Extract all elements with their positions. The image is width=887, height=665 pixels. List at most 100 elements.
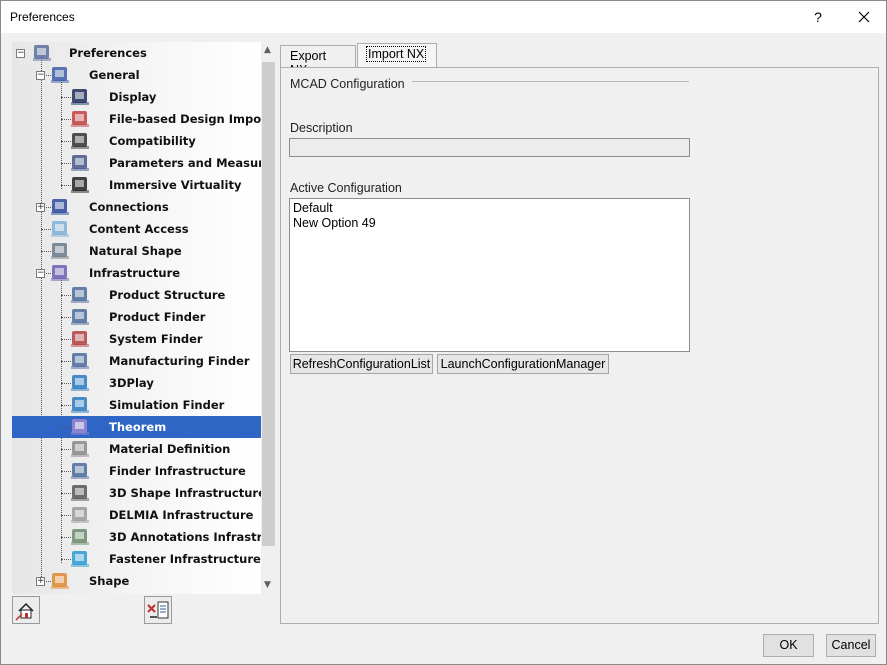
launch-configuration-manager-button[interactable]: LaunchConfigurationManager — [437, 354, 609, 374]
shape-icon — [51, 573, 69, 589]
delmia-infrastructure-icon — [71, 507, 89, 523]
tree-item-label: Finder Infrastructure — [109, 464, 246, 478]
preferences-tree[interactable]: − Preferences − General Display File-based De… — [12, 42, 261, 594]
compatibility-icon — [71, 133, 89, 149]
tree-item-immersive-virtuality[interactable]: Immersive Virtuality — [12, 174, 261, 196]
parameters-icon — [71, 155, 89, 171]
reset-home-button[interactable] — [12, 596, 40, 624]
tree-item-3dplay[interactable]: 3DPlay — [12, 372, 261, 394]
expand-icon[interactable]: + — [36, 577, 45, 586]
tree-item-label: File-based Design Import — [109, 112, 261, 126]
ok-button[interactable]: OK — [763, 634, 814, 657]
tree-item-label: DELMIA Infrastructure — [109, 508, 254, 522]
scroll-down-icon[interactable]: ▼ — [264, 580, 271, 590]
section-title: MCAD Configuration — [290, 77, 405, 91]
general-icon — [51, 67, 69, 83]
tree-item-infrastructure[interactable]: − Infrastructure — [12, 262, 261, 284]
tree-item-fastener-infrastructure[interactable]: Fastener Infrastructure — [12, 548, 261, 570]
tree-item-label: Material Definition — [109, 442, 231, 456]
tree-item-label: Connections — [89, 200, 169, 214]
infrastructure-icon — [51, 265, 69, 281]
collapse-icon[interactable]: − — [16, 49, 25, 58]
tree-item-label: Infrastructure — [89, 266, 181, 280]
tree-item-label: 3DPlay — [109, 376, 154, 390]
import-nx-panel: MCAD Configuration Description Active Co… — [280, 67, 879, 624]
tree-item-compatibility[interactable]: Compatibility — [12, 130, 261, 152]
tree-item-label: Product Structure — [109, 288, 226, 302]
tree-item-finder-infrastructure[interactable]: Finder Infrastructure — [12, 460, 261, 482]
tree-item-label: Theorem — [109, 420, 167, 434]
manufacturing-finder-icon — [71, 353, 89, 369]
3dplay-icon — [71, 375, 89, 391]
display-icon — [71, 89, 89, 105]
gear-icon — [71, 485, 89, 501]
tab-import-nx[interactable]: Import NX — [357, 43, 437, 68]
tab-import-nx-label: Import NX — [365, 46, 427, 62]
expand-icon[interactable]: + — [36, 203, 45, 212]
tree-item-label: Natural Shape — [89, 244, 182, 258]
finder-infrastructure-icon — [71, 463, 89, 479]
close-button[interactable] — [849, 5, 879, 29]
file-import-icon — [71, 111, 89, 127]
preferences-window: Preferences ? − Preferences − General Displa… — [0, 0, 887, 665]
material-definition-icon — [71, 441, 89, 457]
tree-item-system-finder[interactable]: System Finder — [12, 328, 261, 350]
tree-item-label: Fastener Infrastructure — [109, 552, 261, 566]
product-structure-icon — [71, 287, 89, 303]
preferences-icon — [33, 45, 51, 61]
tree-item-label: Content Access — [89, 222, 189, 236]
collapse-icon[interactable]: − — [36, 269, 45, 278]
section-divider — [412, 81, 689, 82]
cancel-button[interactable]: Cancel — [826, 634, 876, 657]
tree-item-product-structure[interactable]: Product Structure — [12, 284, 261, 306]
collapse-icon[interactable]: − — [36, 71, 45, 80]
tree-item-parameters-and-measure[interactable]: Parameters and Measure — [12, 152, 261, 174]
tree-item-label: 3D Shape Infrastructure — [109, 486, 261, 500]
title-bar: Preferences ? — [1, 1, 886, 33]
tab-export-nx[interactable]: Export NX — [280, 45, 356, 77]
tree-item-3d-shape-infrastructure[interactable]: 3D Shape Infrastructure — [12, 482, 261, 504]
import-export-settings-button[interactable] — [144, 596, 172, 624]
help-button[interactable]: ? — [804, 5, 832, 29]
simulation-finder-icon — [71, 397, 89, 413]
description-field[interactable] — [289, 138, 690, 157]
tree-item-file-based-design-import[interactable]: File-based Design Import — [12, 108, 261, 130]
settings-transfer-icon — [147, 601, 169, 619]
tree-item-manufacturing-finder[interactable]: Manufacturing Finder — [12, 350, 261, 372]
tree-item-label: General — [89, 68, 140, 82]
content-access-icon — [51, 221, 69, 237]
tree-item-delmia-infrastructure[interactable]: DELMIA Infrastructure — [12, 504, 261, 526]
tree-item-label: System Finder — [109, 332, 203, 346]
tree-item-label: 3D Annotations Infrastru... — [109, 530, 261, 544]
tree-item-display[interactable]: Display — [12, 86, 261, 108]
tree-item-3d-annotations-infrastru[interactable]: 3D Annotations Infrastru... — [12, 526, 261, 548]
active-configuration-label: Active Configuration — [290, 181, 402, 195]
tree-scrollbar[interactable]: ▲ ▼ — [261, 42, 276, 594]
tree-item-natural-shape[interactable]: Natural Shape — [12, 240, 261, 262]
refresh-configuration-button[interactable]: RefreshConfigurationList — [290, 354, 433, 374]
description-label: Description — [290, 121, 353, 135]
list-item[interactable]: New Option 49 — [290, 216, 689, 231]
tree-item-shape[interactable]: + Shape — [12, 570, 261, 592]
tree-item-label: Manufacturing Finder — [109, 354, 250, 368]
list-item[interactable]: Default — [290, 201, 689, 216]
tree-item-simulation-finder[interactable]: Simulation Finder — [12, 394, 261, 416]
theorem-icon — [71, 419, 89, 435]
tree-item-theorem[interactable]: Theorem — [12, 416, 261, 438]
connections-icon — [51, 199, 69, 215]
fastener-icon — [71, 551, 89, 567]
window-title: Preferences — [10, 10, 75, 24]
tree-item-general[interactable]: − General — [12, 64, 261, 86]
active-configuration-list[interactable]: Default New Option 49 — [289, 198, 690, 352]
tree-item-product-finder[interactable]: Product Finder — [12, 306, 261, 328]
annotations-icon — [71, 529, 89, 545]
home-reset-icon — [15, 602, 34, 621]
tree-item-material-definition[interactable]: Material Definition — [12, 438, 261, 460]
scroll-up-icon[interactable]: ▲ — [264, 45, 271, 55]
tree-item-label: Preferences — [69, 46, 147, 60]
tree-item-connections[interactable]: + Connections — [12, 196, 261, 218]
tree-item-preferences[interactable]: − Preferences — [12, 42, 261, 64]
scrollbar-thumb[interactable] — [262, 62, 275, 546]
tree-item-label: Immersive Virtuality — [109, 178, 242, 192]
tree-item-content-access[interactable]: Content Access — [12, 218, 261, 240]
